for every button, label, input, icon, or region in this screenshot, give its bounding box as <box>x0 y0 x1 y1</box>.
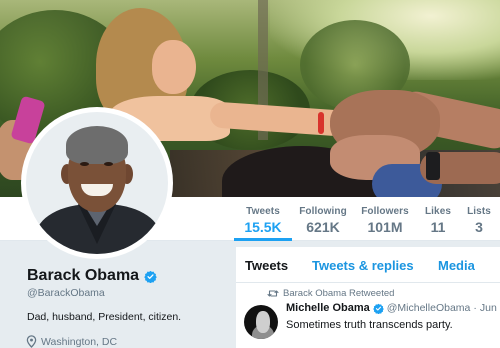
tweet-text: Sometimes truth transcends party. <box>286 319 453 331</box>
nav-stat-value: 15.5K <box>244 219 282 235</box>
tweet-separator: · <box>473 302 477 314</box>
nav-stat-likes[interactable]: Likes 11 <box>419 197 457 241</box>
nav-stat-value: 11 <box>430 219 446 235</box>
retweet-icon <box>267 290 279 297</box>
nav-stat-value: 621K <box>306 219 340 235</box>
profile-location-text: Washington, DC <box>41 335 118 348</box>
tweet-timestamp[interactable]: Jun 18 <box>480 302 500 314</box>
nav-stat-label: Likes <box>424 206 452 217</box>
profile-name-row: Barack Obama <box>27 267 157 285</box>
avatar-eye <box>80 162 89 166</box>
nav-stat-following[interactable]: Following 621K <box>297 197 349 241</box>
map-pin-icon <box>26 335 37 348</box>
profile-handle[interactable]: @BarackObama <box>27 287 105 299</box>
banner-bracelet <box>318 112 324 134</box>
timeline-tabs: Tweets Tweets & replies Media <box>236 247 500 283</box>
nav-stat-label: Lists <box>467 206 491 217</box>
verified-badge-icon <box>144 270 157 283</box>
tweet-author-handle[interactable]: @MichelleObama <box>387 302 471 314</box>
retweet-context-text[interactable]: Barack Obama Retweeted <box>283 288 394 299</box>
nav-stat-label: Following <box>299 206 347 217</box>
profile-bio: Dad, husband, President, citizen. <box>27 311 182 323</box>
nav-stat-lists[interactable]: Lists 3 <box>463 197 495 241</box>
tab-media[interactable]: Media <box>438 258 475 273</box>
timeline: Tweets Tweets & replies Media Barack Oba… <box>236 247 500 348</box>
tab-tweets[interactable]: Tweets <box>245 258 288 273</box>
nav-stat-label: Tweets <box>246 206 280 217</box>
tab-tweets-and-replies[interactable]: Tweets & replies <box>312 258 414 273</box>
profile-avatar[interactable] <box>21 107 173 259</box>
nav-stat-label: Followers <box>361 206 409 217</box>
profile-card: Barack Obama @BarackObama Dad, husband, … <box>0 241 232 348</box>
tweet-author-name[interactable]: Michelle Obama <box>286 302 370 314</box>
avatar-hair <box>66 126 128 164</box>
nav-stat-value: 3 <box>475 219 483 235</box>
retweet-context: Barack Obama Retweeted <box>267 288 394 299</box>
banner-girl-face <box>152 40 196 94</box>
avatar-silhouette <box>256 311 270 333</box>
profile-name[interactable]: Barack Obama <box>27 267 139 285</box>
nav-stat-value: 101M <box>367 219 403 235</box>
tweet-author-avatar[interactable] <box>244 305 278 339</box>
tweet-item[interactable]: Barack Obama Retweeted Michelle Obama @M… <box>236 283 500 348</box>
tweet-header: Michelle Obama @MichelleObama · Jun 18 <box>286 302 500 314</box>
nav-stat-tweets[interactable]: Tweets 15.5K <box>234 197 292 241</box>
nav-stat-followers[interactable]: Followers 101M <box>359 197 411 241</box>
avatar-eye <box>104 162 113 166</box>
verified-badge-icon <box>372 303 384 314</box>
profile-location: Washington, DC <box>26 335 117 348</box>
avatar-photo <box>26 112 168 254</box>
banner-watch <box>426 152 440 180</box>
